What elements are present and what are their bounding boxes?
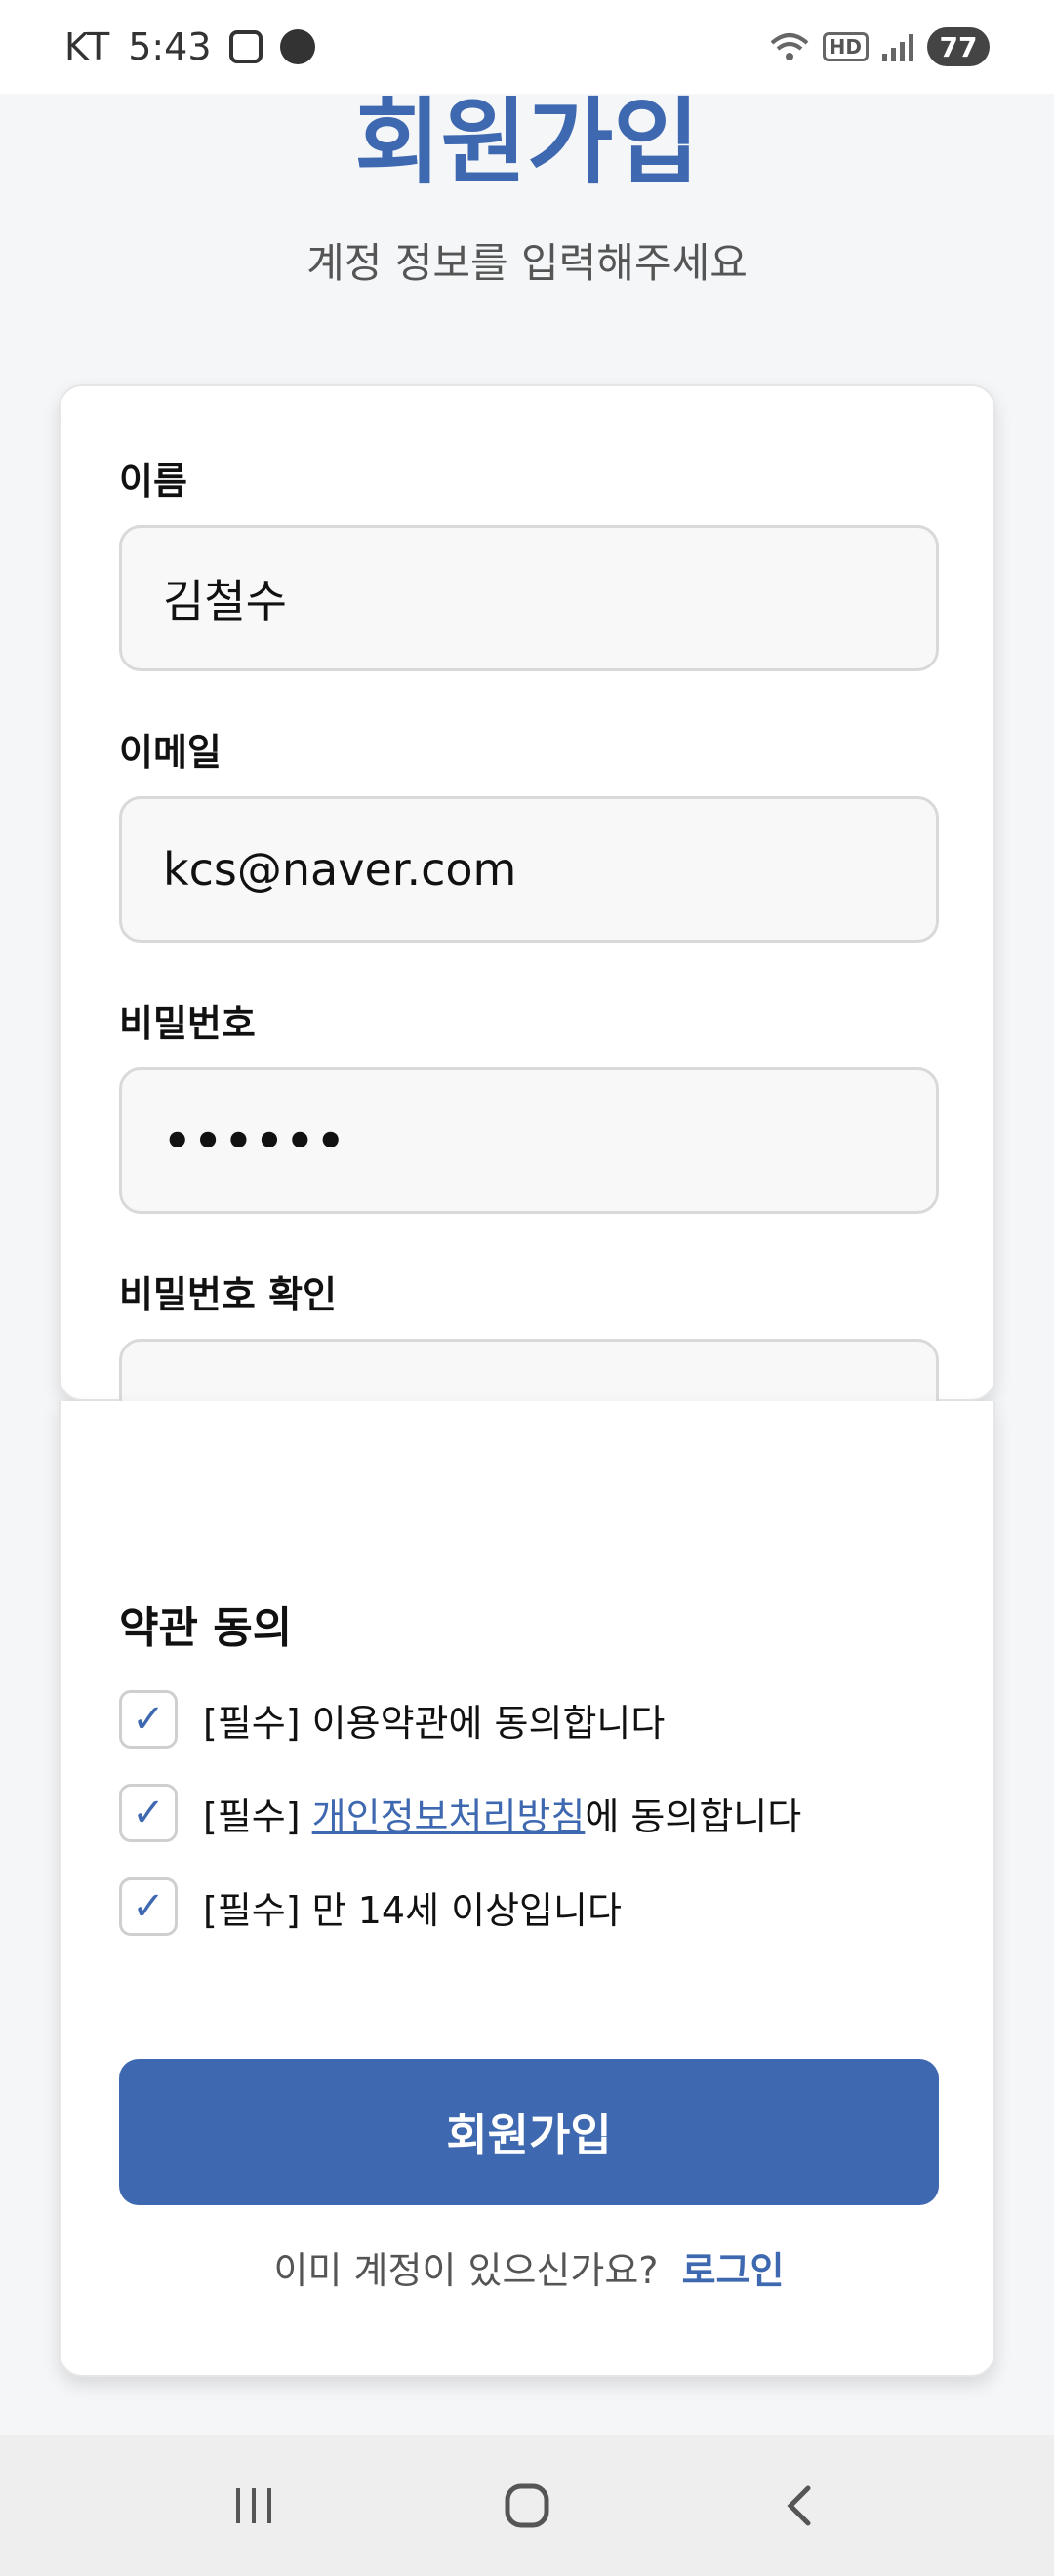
status-bar: KT 5:43 HD 77 bbox=[0, 0, 1054, 94]
signup-button[interactable]: 회원가입 bbox=[119, 2059, 939, 2205]
agreement-text: [필수] 이용약관에 동의합니다 bbox=[203, 1693, 665, 1747]
login-link[interactable]: 로그인 bbox=[682, 2249, 785, 2292]
privacy-policy-link[interactable]: 개인정보처리방침 bbox=[312, 1795, 586, 1838]
carrier-label: KT bbox=[64, 25, 111, 68]
status-time: 5:43 bbox=[128, 25, 212, 68]
screenshot-icon bbox=[228, 30, 263, 63]
status-left: KT 5:43 bbox=[64, 25, 315, 68]
check-icon: ✓ bbox=[132, 1884, 165, 1929]
battery-icon: 77 bbox=[927, 27, 990, 66]
back-icon[interactable] bbox=[761, 2467, 839, 2545]
agreement-row-age: ✓ [필수] 만 14세 이상입니다 bbox=[119, 1875, 622, 1938]
terms-checkbox[interactable]: ✓ bbox=[119, 1690, 178, 1749]
agreement-text: [필수] 개인정보처리방침에 동의합니다 bbox=[203, 1787, 801, 1840]
hd-icon: HD bbox=[822, 32, 869, 61]
name-input[interactable]: 김철수 bbox=[119, 525, 939, 671]
signal-icon bbox=[882, 32, 913, 61]
age-checkbox[interactable]: ✓ bbox=[119, 1877, 178, 1936]
password-label: 비밀번호 bbox=[119, 1002, 256, 1045]
required-prefix: [필수] bbox=[203, 1701, 301, 1745]
agreement-row-privacy: ✓ [필수] 개인정보처리방침에 동의합니다 bbox=[119, 1782, 801, 1844]
check-icon: ✓ bbox=[132, 1697, 165, 1742]
email-input[interactable]: kcs@naver.com bbox=[119, 796, 939, 943]
name-label: 이름 bbox=[119, 460, 187, 503]
password-confirm-label: 비밀번호 확인 bbox=[119, 1273, 337, 1316]
recent-apps-icon[interactable] bbox=[215, 2467, 293, 2545]
home-icon[interactable] bbox=[488, 2467, 566, 2545]
required-prefix: [필수] bbox=[203, 1888, 301, 1932]
agreement-title: 약관 동의 bbox=[119, 1603, 293, 1653]
terms-text: 이용약관에 동의합니다 bbox=[311, 1701, 666, 1745]
required-prefix: [필수] bbox=[203, 1794, 301, 1838]
privacy-text: 에 동의합니다 bbox=[585, 1794, 802, 1838]
login-prompt-text: 이미 계정이 있으신가요? bbox=[273, 2249, 659, 2292]
page-subtitle: 계정 정보를 입력해주세요 bbox=[306, 239, 748, 287]
email-label: 이메일 bbox=[119, 731, 222, 774]
signup-card-bottom: 약관 동의 ✓ [필수] 이용약관에 동의합니다 ✓ [필수] 개인정보처리방침… bbox=[59, 1401, 995, 2377]
password-input[interactable]: •••••• bbox=[119, 1067, 939, 1214]
agreement-text: [필수] 만 14세 이상입니다 bbox=[203, 1880, 622, 1934]
page-title: 회원가입 bbox=[354, 88, 700, 197]
wifi-icon bbox=[770, 33, 808, 60]
login-prompt: 이미 계정이 있으신가요? 로그인 bbox=[61, 2240, 997, 2294]
status-right: HD 77 bbox=[770, 27, 990, 66]
agreement-row-terms: ✓ [필수] 이용약관에 동의합니다 bbox=[119, 1688, 665, 1751]
signup-card: 이름 김철수 이메일 kcs@naver.com 비밀번호 •••••• 비밀번… bbox=[59, 384, 995, 1485]
check-icon: ✓ bbox=[132, 1791, 165, 1835]
system-nav-bar bbox=[0, 2435, 1054, 2576]
privacy-checkbox[interactable]: ✓ bbox=[119, 1784, 178, 1842]
app-notification-icon bbox=[279, 29, 315, 64]
age-text: 만 14세 이상입니다 bbox=[311, 1888, 622, 1932]
